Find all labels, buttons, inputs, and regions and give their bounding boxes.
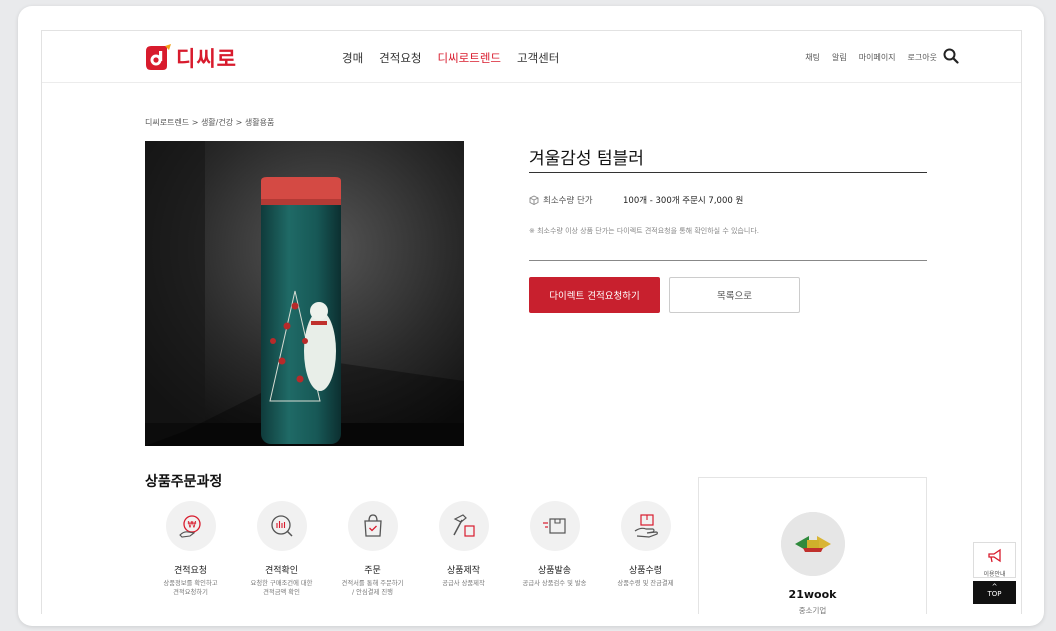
- won-bubble-icon: ₩: [178, 515, 201, 538]
- nav-item-trend[interactable]: 디씨로트렌드: [438, 50, 501, 66]
- divider: [529, 260, 927, 261]
- step-name: 상품제작: [446, 566, 481, 576]
- search-icon[interactable]: [943, 48, 959, 64]
- hand-receive-icon: [634, 514, 658, 538]
- step-description: 요청한 구매조건에 대한 견적금액 확인: [250, 580, 313, 597]
- top-label: TOP: [987, 590, 1002, 598]
- process-step: ₩ 견적요청 상품정보를 확인하고 견적요청하기: [145, 501, 236, 598]
- step-description: 견적서를 통해 주문하기 / 안심결제 진행: [341, 580, 404, 597]
- shopping-bag-icon: [363, 514, 382, 537]
- logo[interactable]: 디씨로: [143, 43, 237, 73]
- logo-text: 디씨로: [176, 47, 237, 71]
- divider: [529, 172, 927, 173]
- step-name: 상품발송: [537, 566, 572, 576]
- product-image: [145, 141, 464, 446]
- step-name: 견적요청: [173, 566, 208, 576]
- breadcrumb: 디씨로트렌드 > 생활/건강 > 생활용품: [145, 118, 275, 127]
- price-notice: ※ 최소수량 이상 상품 단가는 다이렉트 견적요청을 통해 확인하실 수 있습…: [529, 227, 759, 235]
- seller-type: 중소기업: [798, 606, 827, 614]
- min-quantity-price: 최소수량 단가 100개 - 300개 주문시 7,000 원: [529, 194, 743, 206]
- nav-item-auction[interactable]: 경매: [342, 50, 363, 66]
- search-quote-icon: [270, 515, 293, 537]
- process-title: 상품주문과정: [145, 474, 223, 490]
- nav-item-quote-request[interactable]: 견적요청: [379, 50, 421, 66]
- util-notifications[interactable]: 알림: [832, 52, 847, 63]
- spec-value: 100개 - 300개 주문시 7,000 원: [623, 196, 744, 206]
- nav-item-customer-center[interactable]: 고객센터: [517, 50, 559, 66]
- step-description: 상품정보를 확인하고 견적요청하기: [163, 580, 218, 597]
- box-icon: [529, 195, 539, 205]
- step-description: 상품수령 및 잔금결제: [617, 580, 674, 587]
- step-description: 공급사 상품제작: [442, 580, 485, 587]
- util-mypage[interactable]: 마이페이지: [859, 52, 896, 63]
- process-step: 상품수령 상품수령 및 잔금결제: [600, 501, 691, 598]
- process-step: 주문 견적서를 통해 주문하기 / 안심결제 진행: [327, 501, 418, 598]
- usage-guide-label: 이용안내: [983, 571, 1006, 578]
- megaphone-icon: [987, 548, 1001, 563]
- process-step: 상품발송 공급사 상품검수 및 발송: [509, 501, 600, 598]
- process-step: 상품제작 공급사 상품제작: [418, 501, 509, 598]
- util-chat[interactable]: 채팅: [805, 52, 820, 63]
- back-to-list-button[interactable]: 목록으로: [669, 277, 800, 313]
- direct-quote-button[interactable]: 다이렉트 견적요청하기: [529, 277, 660, 313]
- seller-card[interactable]: 21wook 중소기업: [698, 477, 927, 614]
- seller-name: 21wook: [788, 588, 837, 601]
- hammer-icon: [452, 514, 475, 537]
- site-header: 디씨로 경매 견적요청 디씨로트렌드 고객센터 채팅 알림 마이페이지 로그아웃: [42, 31, 1021, 83]
- scroll-top-button[interactable]: ^ TOP: [973, 581, 1016, 604]
- delivery-box-icon: [542, 518, 566, 534]
- usage-guide-button[interactable]: 이용안내: [973, 542, 1016, 578]
- seller-avatar: [781, 512, 845, 576]
- browser-frame: 디씨로 경매 견적요청 디씨로트렌드 고객센터 채팅 알림 마이페이지 로그아웃…: [18, 6, 1044, 626]
- step-description: 공급사 상품검수 및 발송: [522, 580, 587, 587]
- product-title: 겨울감성 텀블러: [529, 149, 644, 169]
- process-step: 견적확인 요청한 구매조건에 대한 견적금액 확인: [236, 501, 327, 598]
- step-name: 견적확인: [264, 566, 299, 576]
- svg-text:₩: ₩: [187, 521, 196, 531]
- page: 디씨로 경매 견적요청 디씨로트렌드 고객센터 채팅 알림 마이페이지 로그아웃…: [41, 30, 1022, 614]
- spec-label: 최소수량 단가: [543, 196, 593, 206]
- logo-mark-icon: [146, 44, 171, 70]
- util-logout[interactable]: 로그아웃: [908, 52, 937, 63]
- step-name: 상품수령: [628, 566, 663, 576]
- step-name: 주문: [364, 566, 381, 576]
- utility-menu: 채팅 알림 마이페이지 로그아웃: [805, 52, 937, 63]
- order-process-steps: ₩ 견적요청 상품정보를 확인하고 견적요청하기 견적확인 요청한 구매조건에 …: [145, 501, 691, 598]
- main-nav: 경매 견적요청 디씨로트렌드 고객센터: [342, 50, 559, 66]
